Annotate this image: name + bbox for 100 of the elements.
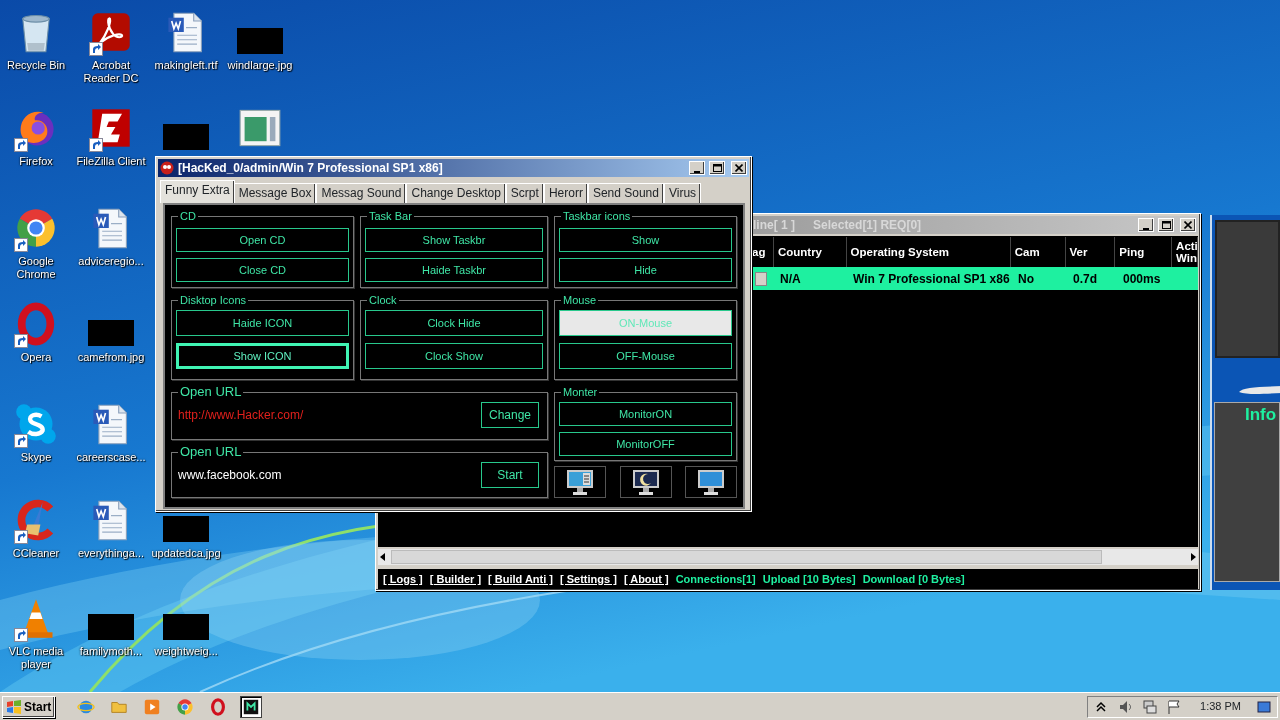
table-cell-text: 0.7d	[1072, 270, 1098, 288]
panel-button[interactable]: Hide	[559, 258, 732, 282]
icon-label[interactable]: everythinga...	[77, 547, 144, 560]
panel-button[interactable]: OFF-Mouse	[559, 343, 732, 369]
monitor-stand-icon	[1237, 384, 1280, 396]
minimize-button[interactable]	[1138, 218, 1154, 232]
table-cell-text: Win 7 Professional SP1 x86	[852, 270, 1011, 288]
table-row[interactable]: N/A Win 7 Professional SP1 x86 No 0.7d 000ms	[753, 267, 1198, 290]
tab[interactable]: Scrpt	[505, 183, 544, 203]
document-app-icon[interactable]	[89, 10, 133, 54]
menu-link[interactable]: [ Builder ]	[429, 570, 482, 588]
minimize-icon	[1143, 227, 1149, 230]
maximize-icon	[712, 164, 722, 172]
panel-button[interactable]: Close CD	[176, 258, 349, 282]
horizontal-scrollbar[interactable]	[378, 549, 1198, 565]
panel-button[interactable]: Haide ICON	[176, 310, 349, 336]
icon-label[interactable]: Skype	[20, 451, 52, 464]
tab[interactable]: Send Sound	[587, 183, 664, 203]
checkbox[interactable]	[755, 271, 767, 286]
monitor-button[interactable]	[554, 466, 606, 498]
menu-link[interactable]: [ Build Anti ]	[488, 570, 554, 588]
group-title: Disktop Icons	[179, 294, 248, 306]
url-button[interactable]: Start	[481, 462, 539, 488]
icon-label[interactable]: Recycle Bin	[6, 59, 66, 72]
wheel-icon[interactable]	[14, 206, 58, 250]
cloud-icon[interactable]	[14, 402, 58, 446]
lightning-app-icon[interactable]	[89, 106, 133, 150]
icon-label[interactable]: camefrom.jpg	[77, 351, 145, 364]
windows-flag-icon	[6, 699, 22, 714]
redacted-thumbnail[interactable]	[163, 124, 209, 150]
ring-icon	[209, 697, 228, 716]
icon-label[interactable]: Firefox	[19, 155, 53, 168]
icon-label[interactable]: makingleft.rtf	[154, 59, 218, 72]
status-text: Upload [10 Bytes]	[762, 571, 856, 587]
menu-link[interactable]: [ About ]	[623, 570, 669, 588]
redacted-thumbnail[interactable]	[88, 614, 134, 640]
monitor-button[interactable]	[685, 466, 737, 498]
panel-button[interactable]: MonitorOFF	[559, 432, 732, 456]
media-player-icon	[143, 697, 162, 716]
monitor-button[interactable]	[619, 466, 672, 498]
tab[interactable]: Messag Sound	[316, 183, 407, 203]
panel-button[interactable]: Show	[559, 228, 732, 252]
icon-label[interactable]: Opera	[20, 351, 52, 364]
start-button[interactable]: Start	[2, 695, 56, 718]
icon-label[interactable]: windlarge.jpg	[227, 59, 293, 72]
icon-label[interactable]: Google Chrome	[0, 255, 72, 281]
redacted-thumbnail[interactable]	[237, 28, 283, 54]
app-window-icon	[242, 697, 261, 716]
maximize-button[interactable]	[1158, 218, 1174, 232]
panel-button[interactable]: Clock Show	[365, 343, 543, 369]
tab[interactable]: Change Desktop	[406, 183, 506, 203]
window-title: line[ 1 ]	[753, 217, 795, 234]
status-text: Download [0 Bytes]	[862, 571, 965, 587]
url-text: www.facebook.com	[178, 467, 283, 484]
wheel-icon	[176, 697, 195, 716]
icon-label[interactable]: updatedca.jpg	[151, 547, 221, 560]
network-icon[interactable]	[1142, 698, 1159, 715]
group-title: Mouse	[562, 294, 598, 306]
group-title: Task Bar	[368, 210, 413, 222]
redacted-thumbnail[interactable]	[163, 614, 209, 640]
icon-label[interactable]: CCleaner	[12, 547, 60, 560]
minimize-button[interactable]	[689, 161, 705, 175]
app-icon	[160, 161, 174, 175]
url-button[interactable]: Change	[481, 402, 539, 428]
maximize-button[interactable]	[709, 161, 725, 175]
close-icon	[735, 164, 743, 172]
group-title: Taskbar icons	[562, 210, 632, 222]
panel-button[interactable]: Show ICON	[176, 343, 349, 369]
close-button[interactable]	[1180, 218, 1196, 232]
taskbar-button[interactable]	[240, 695, 263, 718]
panel-button[interactable]: Show Taskbr	[365, 228, 543, 252]
minimize-icon	[694, 170, 700, 173]
icon-label[interactable]: careerscase...	[76, 451, 146, 464]
redacted-thumbnail[interactable]	[88, 320, 134, 346]
table-cell-text: 000ms	[1122, 270, 1162, 288]
table-cell-text: No	[1017, 270, 1035, 288]
redacted-thumbnail[interactable]	[163, 516, 209, 542]
monitor-panel-icon	[565, 468, 595, 496]
flag-icon[interactable]	[1166, 698, 1183, 715]
panel-button[interactable]: Open CD	[176, 228, 349, 252]
panel-button[interactable]: MonitorON	[559, 402, 732, 426]
scroll-left-icon[interactable]	[378, 552, 388, 562]
show-desktop-icon[interactable]	[1257, 699, 1271, 714]
monitor-icon	[696, 468, 726, 496]
tab[interactable]: Funny Extra	[160, 180, 235, 203]
group-title: Monter	[562, 386, 599, 398]
clock-time[interactable]: 1:38 PM	[1200, 698, 1241, 715]
scroll-right-icon[interactable]	[1188, 552, 1198, 562]
menu-link[interactable]: [ Settings ]	[560, 570, 617, 588]
tab[interactable]: Message Box	[233, 183, 317, 203]
close-button[interactable]	[731, 161, 747, 175]
menu-link[interactable]: [ Logs ]	[383, 570, 423, 588]
panel-button[interactable]: Clock Hide	[365, 310, 543, 336]
table-cell-text: N/A	[779, 270, 802, 288]
tab[interactable]: Virus	[663, 183, 702, 203]
icon-label[interactable]: adviceregio...	[78, 255, 144, 268]
icon-label[interactable]: Acrobat Reader DC	[75, 59, 147, 85]
icon-label[interactable]: FileZilla Client	[76, 155, 146, 168]
tab[interactable]: Herorr	[543, 183, 588, 203]
panel-button[interactable]: Haide Taskbr	[365, 258, 543, 282]
